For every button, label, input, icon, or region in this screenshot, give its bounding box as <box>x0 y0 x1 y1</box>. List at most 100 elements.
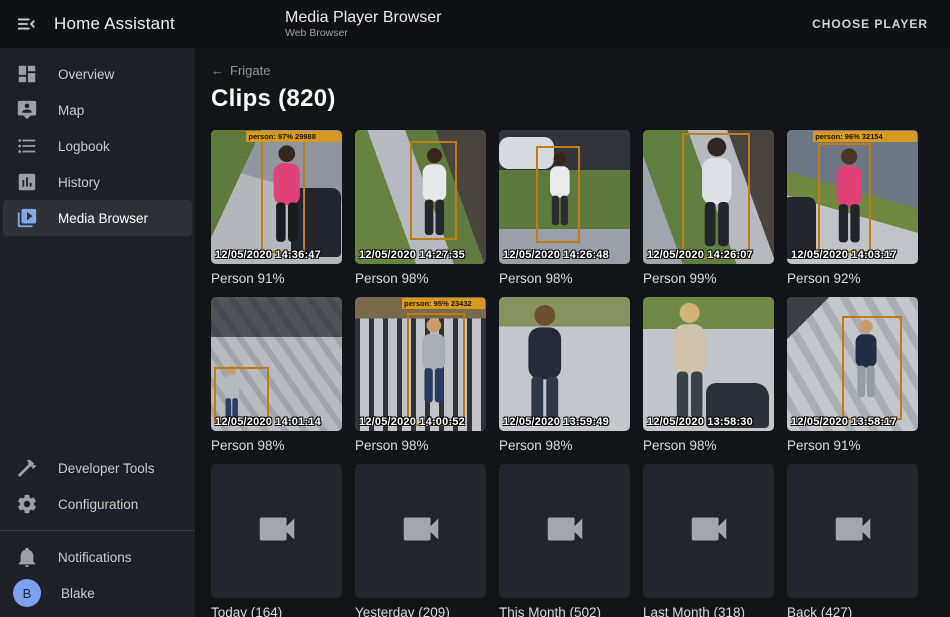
folder-label: Yesterday (209) <box>355 605 486 617</box>
topbar-left: Home Assistant <box>0 12 195 36</box>
folder-tile-last-month-318[interactable] <box>643 464 774 598</box>
clip-timestamp: 12/05/2020 14:26:07 <box>647 249 753 261</box>
user-name: Blake <box>61 586 95 601</box>
clip-thumbnail[interactable]: 12/05/2020 14:26:48 <box>499 130 630 264</box>
clip-timestamp: 12/05/2020 13:58:17 <box>791 416 897 428</box>
clip-label: Person 98% <box>643 438 774 453</box>
app-title: Home Assistant <box>54 14 175 34</box>
video-camera-icon <box>398 506 444 557</box>
clip-label: Person 98% <box>355 438 486 453</box>
video-camera-icon <box>542 506 588 557</box>
top-app-bar: Home Assistant Media Player Browser Web … <box>0 0 950 48</box>
clip-timestamp: 12/05/2020 14:01:14 <box>215 416 321 428</box>
clip-cell: 12/05/2020 14:27:35 Person 98% <box>355 130 486 286</box>
folder-label: Today (164) <box>211 605 342 617</box>
clip-cell: 12/05/2020 14:26:07 Person 99% <box>643 130 774 286</box>
folder-label: This Month (502) <box>499 605 630 617</box>
clip-cell: 12/05/2020 14:26:48 Person 98% <box>499 130 630 286</box>
sidebar-item-map[interactable]: Map <box>3 92 192 128</box>
sidebar-toggle-icon[interactable] <box>14 12 38 36</box>
sidebar-item-overview[interactable]: Overview <box>3 56 192 92</box>
folder-tile-today-164[interactable] <box>211 464 342 598</box>
clip-thumbnail[interactable]: person: 96% 32154 12/05/2020 14:03:17 <box>787 130 918 264</box>
clip-thumbnail[interactable]: 12/05/2020 14:01:14 <box>211 297 342 431</box>
choose-player-button[interactable]: CHOOSE PLAYER <box>802 9 938 39</box>
detection-box <box>818 143 870 253</box>
sidebar: Overview Map Logbook History Media Brows… <box>0 48 195 617</box>
clip-cell: 12/05/2020 13:58:17 Person 91% <box>787 297 918 453</box>
clip-thumbnail[interactable]: 12/05/2020 14:27:35 <box>355 130 486 264</box>
clips-grid: person: 97% 29988 12/05/2020 14:36:47 Pe… <box>211 130 950 617</box>
sidebar-item-label: Configuration <box>58 497 138 512</box>
clip-cell: person: 97% 29988 12/05/2020 14:36:47 Pe… <box>211 130 342 286</box>
breadcrumb[interactable]: ← Frigate <box>211 63 270 78</box>
sidebar-item-notifications[interactable]: Notifications <box>3 539 192 575</box>
toolbar-subtitle: Web Browser <box>285 27 442 39</box>
sidebar-divider <box>0 530 195 531</box>
detection-box <box>842 316 902 421</box>
clip-cell: 12/05/2020 13:58:30 Person 98% <box>643 297 774 453</box>
clip-scene <box>643 297 774 431</box>
clip-thumbnail[interactable]: person: 97% 29988 12/05/2020 14:36:47 <box>211 130 342 264</box>
sidebar-main-list: Overview Map Logbook History Media Brows… <box>0 56 195 236</box>
clip-thumbnail[interactable]: 12/05/2020 13:58:17 <box>787 297 918 431</box>
clip-thumbnail[interactable]: person: 95% 23432 12/05/2020 14:00:52 <box>355 297 486 431</box>
topbar-main: Media Player Browser Web Browser CHOOSE … <box>195 9 950 39</box>
detection-box <box>407 313 465 426</box>
sidebar-item-label: Logbook <box>58 139 110 154</box>
detection-tag: person: 96% 32154 <box>813 131 917 142</box>
folder-cell: This Month (502) <box>499 464 630 617</box>
format-list-bulleted-icon <box>16 135 38 157</box>
clip-label: Person 98% <box>499 271 630 286</box>
sidebar-bottom-list: Developer Tools Configuration <box>0 450 195 522</box>
sidebar-item-developer-tools[interactable]: Developer Tools <box>3 450 192 486</box>
sidebar-item-label: Developer Tools <box>58 461 155 476</box>
detection-box <box>410 141 457 240</box>
user-avatar: B <box>13 579 41 607</box>
folder-cell: Today (164) <box>211 464 342 617</box>
video-camera-icon <box>830 506 876 557</box>
sidebar-item-history[interactable]: History <box>3 164 192 200</box>
back-arrow-icon: ← <box>211 63 224 78</box>
clip-timestamp: 12/05/2020 14:26:48 <box>503 249 609 261</box>
clip-thumbnail[interactable]: 12/05/2020 14:26:07 <box>643 130 774 264</box>
clip-label: Person 91% <box>211 271 342 286</box>
sidebar-item-configuration[interactable]: Configuration <box>3 486 192 522</box>
clip-timestamp: 12/05/2020 14:03:17 <box>791 249 897 261</box>
clip-scene <box>499 297 630 431</box>
media-browser-content: ← Frigate Clips (820) person: 97% 29988 <box>195 48 950 617</box>
gear-icon <box>16 493 38 515</box>
clip-label: Person 98% <box>355 271 486 286</box>
bell-icon <box>16 546 38 568</box>
folder-tile-yesterday-209[interactable] <box>355 464 486 598</box>
video-camera-icon <box>254 506 300 557</box>
sidebar-item-media-browser[interactable]: Media Browser <box>3 200 192 236</box>
clip-thumbnail[interactable]: 12/05/2020 13:58:30 <box>643 297 774 431</box>
clip-label: Person 98% <box>211 438 342 453</box>
folder-tile-back-427[interactable] <box>787 464 918 598</box>
sidebar-item-logbook[interactable]: Logbook <box>3 128 192 164</box>
toolbar-title-block: Media Player Browser Web Browser <box>285 9 442 39</box>
view-dashboard-icon <box>16 63 38 85</box>
clip-timestamp: 12/05/2020 14:36:47 <box>215 249 321 261</box>
clip-label: Person 91% <box>787 438 918 453</box>
folder-label: Back (427) <box>787 605 918 617</box>
clip-timestamp: 12/05/2020 14:00:52 <box>359 416 465 428</box>
chart-box-icon <box>16 171 38 193</box>
detection-tag: person: 97% 29988 <box>246 131 341 142</box>
detection-box <box>261 138 306 253</box>
clip-timestamp: 12/05/2020 13:58:30 <box>647 416 753 428</box>
folder-cell: Last Month (318) <box>643 464 774 617</box>
clip-timestamp: 12/05/2020 13:59:49 <box>503 416 609 428</box>
folder-tile-this-month-502[interactable] <box>499 464 630 598</box>
person-figure <box>515 302 575 431</box>
detection-box <box>536 146 581 242</box>
clip-timestamp: 12/05/2020 14:27:35 <box>359 249 465 261</box>
sidebar-item-label: Media Browser <box>58 211 148 226</box>
clip-thumbnail[interactable]: 12/05/2020 13:59:49 <box>499 297 630 431</box>
detection-tag: person: 95% 23432 <box>402 298 485 309</box>
clip-label: Person 92% <box>787 271 918 286</box>
sidebar-item-user[interactable]: B Blake <box>3 575 192 611</box>
detection-box <box>682 133 750 259</box>
sidebar-item-label: History <box>58 175 100 190</box>
